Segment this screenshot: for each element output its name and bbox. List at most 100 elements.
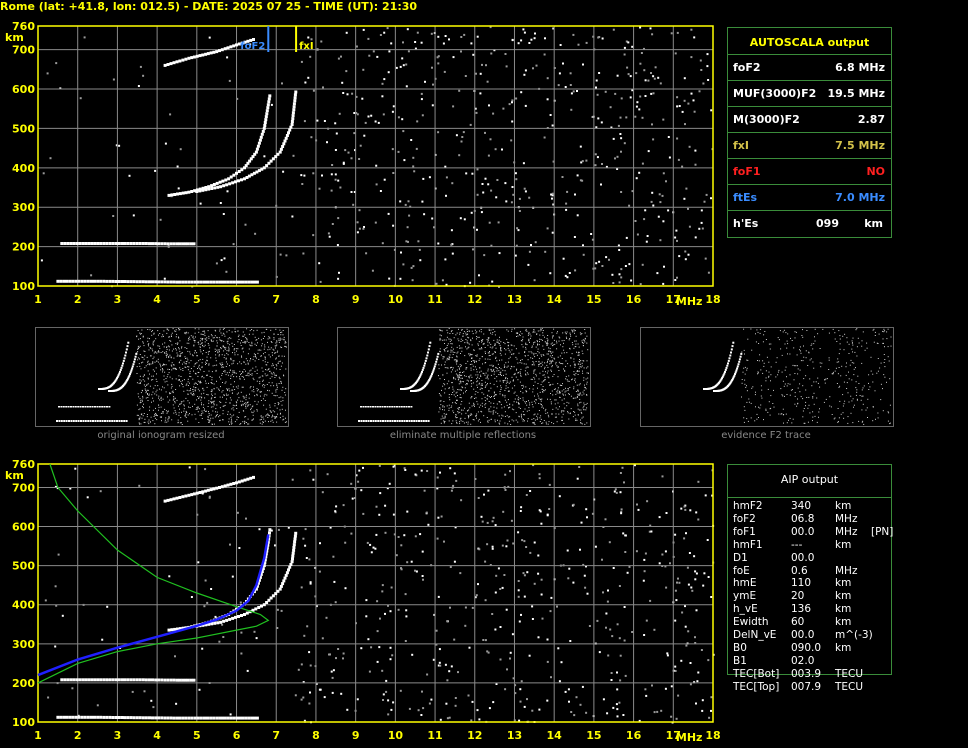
trace-point: [187, 56, 191, 60]
autoscala-panel: AUTOSCALA output foF2 6.8 MHz MUF(3000)F2 1…: [727, 27, 892, 238]
aip-row-tec-bot-: TEC[Bot] 003.9 TECU: [733, 668, 933, 681]
aip-key: B0: [733, 641, 747, 654]
trace-point: [229, 280, 233, 284]
trace-point: [220, 485, 224, 489]
trace-point: [229, 716, 233, 720]
autoscala-key: MUF(3000)F2: [733, 87, 817, 100]
trace-point: [181, 242, 185, 246]
trace-point: [238, 280, 242, 284]
trace-point: [250, 716, 254, 720]
trace-point: [96, 715, 100, 719]
x-tick-label: 15: [586, 293, 601, 306]
trace-point: [123, 716, 127, 720]
autoscala-title: AUTOSCALA output: [749, 36, 870, 49]
trace-point: [111, 242, 115, 245]
trace-point: [99, 279, 103, 283]
trace-point: [77, 279, 81, 283]
x-tick-label: 7: [272, 729, 280, 742]
autoscala-key: foF2: [733, 61, 761, 74]
aip-value: 090.0: [791, 641, 822, 654]
x-tick-label: 3: [114, 729, 122, 742]
trace-point: [206, 488, 210, 492]
aip-unit: km: [835, 616, 852, 629]
trace-point: [117, 678, 121, 682]
trace-point: [204, 52, 208, 56]
aip-value: 340: [791, 500, 812, 512]
trace-point: [232, 173, 236, 177]
trace-point: [120, 716, 124, 719]
trace-point: [144, 242, 148, 245]
trace-point: [240, 168, 244, 172]
trace-point: [207, 187, 211, 191]
trace-point: [292, 105, 296, 109]
aip-value: 60: [791, 616, 805, 629]
trace-point: [192, 242, 196, 246]
trace-point: [184, 191, 188, 195]
trace-point: [80, 279, 84, 283]
autoscala-value: NO: [866, 165, 885, 178]
trace-point: [108, 678, 112, 682]
trace-point: [126, 242, 130, 245]
trace-point: [293, 96, 297, 100]
x-tick-label: 18: [705, 729, 720, 742]
thumbnail-eliminate-multiples: [337, 327, 591, 427]
trace-point: [87, 678, 91, 682]
trace-point: [246, 477, 250, 481]
thumbnail-evidence-f2: [640, 327, 894, 427]
trace-point: [138, 242, 142, 245]
trace-point: [232, 716, 236, 720]
trace-point: [243, 478, 247, 482]
trace-point: [151, 678, 154, 682]
trace-point: [204, 188, 208, 192]
trace-point: [292, 108, 296, 112]
trace-point: [63, 242, 67, 245]
aip-row-d1: D1 00.0: [733, 552, 933, 565]
trace-point: [263, 121, 267, 124]
trace-point: [253, 716, 256, 720]
trace-point: [282, 579, 286, 583]
trace-point: [264, 115, 268, 119]
trace-point: [263, 124, 267, 127]
trace-point: [169, 280, 173, 284]
trace-point: [99, 242, 103, 245]
trace-point: [212, 280, 216, 284]
trace-point: [278, 150, 282, 154]
trace-point: [199, 716, 203, 720]
trace-point: [141, 280, 145, 284]
trace-point: [187, 493, 191, 497]
trace-point: [291, 117, 295, 121]
trace-point: [215, 50, 219, 54]
trace-Es-multiple: [60, 242, 196, 246]
y-tick-label: 600: [12, 521, 35, 534]
trace-point: [78, 678, 82, 682]
trace-point: [148, 678, 151, 682]
trace-point: [226, 46, 230, 50]
y-tick-label: 700: [12, 481, 35, 494]
trace-point: [154, 678, 158, 682]
trace-o-trace: [167, 94, 272, 197]
trace-point: [151, 242, 154, 246]
trace-point: [223, 484, 227, 488]
trace-point: [294, 531, 298, 535]
x-tick-label: 14: [547, 729, 563, 742]
trace-point: [135, 242, 139, 245]
trace-point: [268, 531, 271, 535]
trace-point: [96, 242, 100, 245]
trace-point: [279, 584, 283, 588]
thumbnail-trace: [703, 341, 743, 392]
trace-point: [292, 543, 296, 547]
x-tick-label: 6: [233, 293, 241, 306]
trace-point: [216, 185, 220, 189]
trace-point: [293, 534, 297, 538]
trace-point: [84, 678, 88, 682]
trace-point: [196, 280, 200, 284]
x-tick-label: 3: [114, 293, 122, 306]
thumbnail-caption-original: original ionogram resized: [97, 430, 225, 441]
thumbnail-dots: [136, 328, 287, 425]
trace-point: [227, 177, 231, 181]
y-tick-label: 200: [12, 677, 35, 690]
trace-point: [260, 604, 263, 608]
trace-point: [212, 716, 216, 720]
trace-point: [264, 118, 268, 122]
trace-point: [154, 716, 158, 720]
